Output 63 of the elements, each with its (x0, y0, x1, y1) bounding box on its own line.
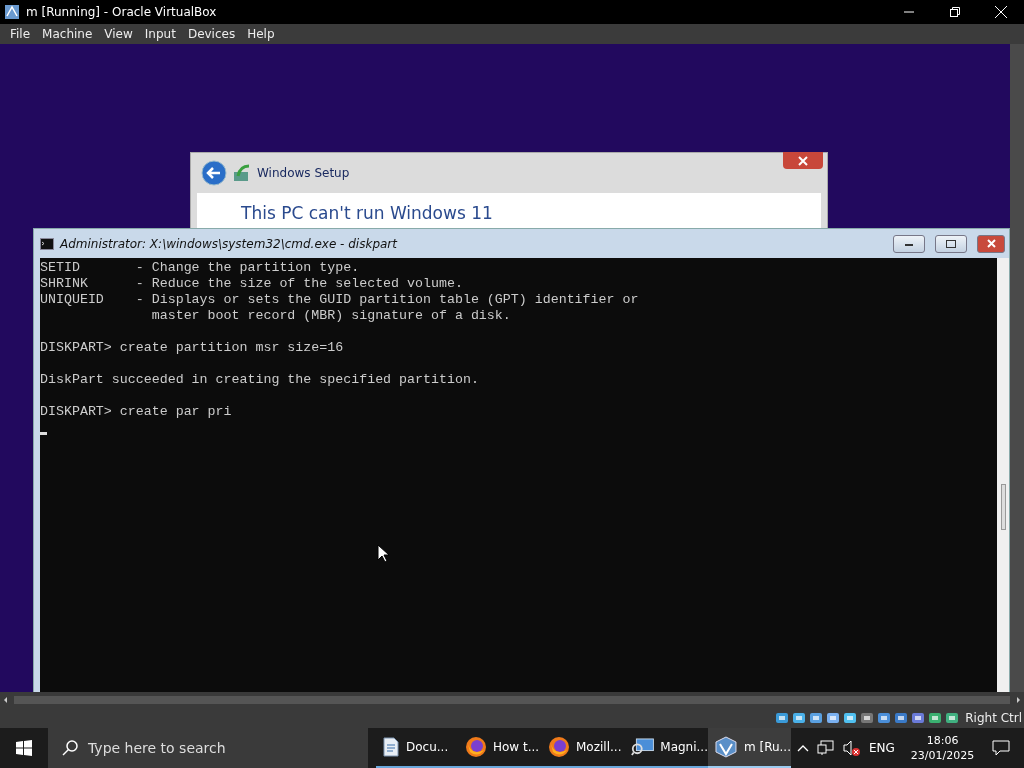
taskbar-app[interactable]: How t... (459, 728, 542, 768)
maximize-icon (946, 239, 956, 248)
console-title: Administrator: X:\windows\system32\cmd.exe - diskpart (60, 236, 399, 251)
status-indicator-icon[interactable] (877, 711, 892, 725)
menu-item[interactable]: View (98, 27, 139, 41)
console-line: master boot record (MBR) signature of a disk. (150, 308, 511, 324)
browser-icon (465, 736, 487, 758)
vertical-scrollbar[interactable] (1010, 44, 1024, 692)
status-indicator-icon[interactable] (894, 711, 909, 725)
document-icon (382, 737, 400, 757)
status-indicator-icon[interactable] (826, 711, 841, 725)
language-indicator[interactable]: ENG (869, 741, 895, 755)
clock[interactable]: 18:06 23/01/2025 (902, 733, 983, 763)
console-line: SETID - Change the partition type. (40, 260, 360, 276)
menu-item[interactable]: Help (241, 27, 281, 41)
status-indicator-icon[interactable] (911, 711, 926, 725)
network-icon[interactable] (817, 740, 835, 756)
browser-icon (548, 736, 570, 758)
host-key-label: Right Ctrl (965, 711, 1022, 725)
notification-icon[interactable] (992, 740, 1010, 756)
menu-item[interactable]: Machine (36, 27, 99, 41)
close-icon (798, 155, 808, 166)
chevron-up-icon[interactable] (797, 744, 809, 752)
maximize-button[interactable] (935, 234, 967, 253)
close-icon (995, 6, 1007, 18)
menu-item[interactable]: File (4, 27, 37, 41)
menu-item[interactable]: Devices (181, 27, 242, 41)
setup-heading: This PC can't run Windows 11 (241, 203, 493, 223)
speaker-muted-icon[interactable] (843, 740, 861, 756)
taskbar-app[interactable]: Docu... (376, 728, 459, 768)
console-line: DISKPART> create par pri (40, 404, 232, 420)
console-line: SHRINK - Reduce the size of the selected volume. (40, 276, 463, 292)
menu-item[interactable]: Input (138, 27, 182, 41)
back-button[interactable] (201, 160, 227, 186)
search-field[interactable]: Type here to search (48, 728, 368, 768)
status-indicator-icon[interactable] (945, 711, 960, 725)
console-line: DiskPart succeeded in creating the specified partition. (40, 372, 479, 388)
search-icon (62, 740, 78, 756)
setup-icon (233, 164, 251, 182)
console-line: UNIQUEID - Displays or sets the GUID partition table (GPT) identifier or (40, 292, 639, 308)
horizontal-scrollbar[interactable] (0, 692, 1024, 708)
restore-icon (950, 7, 960, 17)
setup-title: Windows Setup (257, 166, 350, 180)
virtualbox-icon (714, 736, 738, 758)
status-indicator-icon[interactable] (860, 711, 875, 725)
window-title: m [Running] - Oracle VirtualBox (26, 5, 218, 19)
monitor-icon (631, 737, 655, 757)
status-indicator-icon[interactable] (809, 711, 824, 725)
status-indicator-icon[interactable] (775, 711, 790, 725)
vertical-scrollbar[interactable] (997, 258, 1009, 692)
console-icon (40, 237, 54, 250)
status-indicator-icon[interactable] (843, 711, 858, 725)
minimize-icon (905, 241, 913, 246)
status-indicator-icon[interactable] (792, 711, 807, 725)
console-line: DISKPART> create partition msr size=16 (40, 340, 344, 356)
mouse-pointer-icon (377, 544, 389, 563)
status-indicator-icon[interactable] (928, 711, 943, 725)
taskbar-app[interactable]: Mozill... (542, 728, 625, 768)
virtualbox-icon (4, 4, 20, 20)
close-icon (986, 239, 996, 248)
taskbar-app[interactable]: m [Ru... (708, 728, 791, 768)
windows-logo-icon (16, 740, 32, 756)
minimize-button[interactable] (893, 234, 925, 253)
